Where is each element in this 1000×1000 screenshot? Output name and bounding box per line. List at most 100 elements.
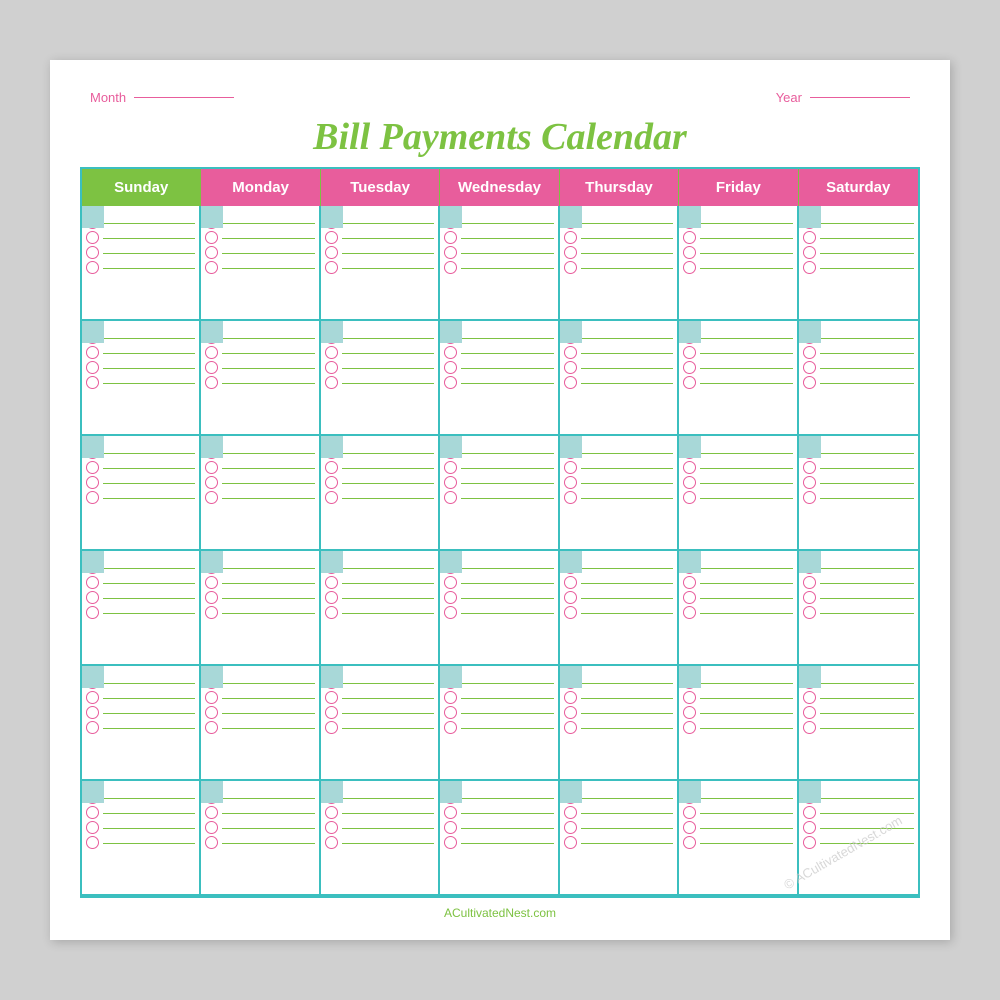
check-circle[interactable]: [86, 461, 99, 474]
check-circle[interactable]: [86, 706, 99, 719]
check-circle[interactable]: [86, 721, 99, 734]
check-circle[interactable]: [803, 361, 816, 374]
day-cell-week4-day2[interactable]: [201, 551, 320, 666]
day-cell-week3-day7[interactable]: [799, 436, 918, 551]
check-circle[interactable]: [325, 591, 338, 604]
check-circle[interactable]: [564, 591, 577, 604]
check-circle[interactable]: [683, 361, 696, 374]
check-circle[interactable]: [683, 691, 696, 704]
check-circle[interactable]: [564, 806, 577, 819]
day-cell-week3-day6[interactable]: [679, 436, 798, 551]
check-circle[interactable]: [205, 706, 218, 719]
day-cell-week4-day5[interactable]: [560, 551, 679, 666]
check-circle[interactable]: [683, 491, 696, 504]
check-circle[interactable]: [205, 246, 218, 259]
day-cell-week1-day1[interactable]: [82, 206, 201, 321]
day-cell-week6-day6[interactable]: [679, 781, 798, 896]
day-cell-week1-day5[interactable]: [560, 206, 679, 321]
check-circle[interactable]: [205, 261, 218, 274]
check-circle[interactable]: [803, 836, 816, 849]
check-circle[interactable]: [564, 836, 577, 849]
check-circle[interactable]: [683, 821, 696, 834]
check-circle[interactable]: [205, 606, 218, 619]
check-circle[interactable]: [803, 231, 816, 244]
check-circle[interactable]: [683, 246, 696, 259]
day-cell-week3-day2[interactable]: [201, 436, 320, 551]
check-circle[interactable]: [86, 576, 99, 589]
check-circle[interactable]: [683, 461, 696, 474]
day-cell-week6-day4[interactable]: [440, 781, 559, 896]
check-circle[interactable]: [325, 246, 338, 259]
check-circle[interactable]: [325, 461, 338, 474]
check-circle[interactable]: [444, 246, 457, 259]
day-cell-week2-day6[interactable]: [679, 321, 798, 436]
check-circle[interactable]: [803, 606, 816, 619]
check-circle[interactable]: [683, 231, 696, 244]
check-circle[interactable]: [325, 376, 338, 389]
day-cell-week3-day3[interactable]: [321, 436, 440, 551]
check-circle[interactable]: [803, 461, 816, 474]
check-circle[interactable]: [86, 361, 99, 374]
day-cell-week5-day3[interactable]: [321, 666, 440, 781]
check-circle[interactable]: [325, 361, 338, 374]
check-circle[interactable]: [683, 261, 696, 274]
check-circle[interactable]: [86, 806, 99, 819]
day-cell-week2-day5[interactable]: [560, 321, 679, 436]
check-circle[interactable]: [803, 261, 816, 274]
day-cell-week5-day7[interactable]: [799, 666, 918, 781]
check-circle[interactable]: [444, 461, 457, 474]
check-circle[interactable]: [444, 606, 457, 619]
check-circle[interactable]: [86, 231, 99, 244]
check-circle[interactable]: [803, 806, 816, 819]
check-circle[interactable]: [325, 261, 338, 274]
check-circle[interactable]: [86, 376, 99, 389]
day-cell-week5-day2[interactable]: [201, 666, 320, 781]
check-circle[interactable]: [325, 806, 338, 819]
check-circle[interactable]: [444, 821, 457, 834]
check-circle[interactable]: [205, 691, 218, 704]
check-circle[interactable]: [683, 376, 696, 389]
day-cell-week6-day1[interactable]: [82, 781, 201, 896]
check-circle[interactable]: [683, 721, 696, 734]
check-circle[interactable]: [683, 346, 696, 359]
check-circle[interactable]: [803, 246, 816, 259]
check-circle[interactable]: [683, 706, 696, 719]
check-circle[interactable]: [325, 231, 338, 244]
check-circle[interactable]: [325, 706, 338, 719]
check-circle[interactable]: [803, 721, 816, 734]
check-circle[interactable]: [683, 476, 696, 489]
day-cell-week5-day6[interactable]: [679, 666, 798, 781]
day-cell-week6-day3[interactable]: [321, 781, 440, 896]
day-cell-week4-day3[interactable]: [321, 551, 440, 666]
check-circle[interactable]: [444, 806, 457, 819]
day-cell-week5-day4[interactable]: [440, 666, 559, 781]
day-cell-week2-day1[interactable]: [82, 321, 201, 436]
check-circle[interactable]: [444, 591, 457, 604]
check-circle[interactable]: [803, 346, 816, 359]
check-circle[interactable]: [564, 821, 577, 834]
day-cell-week1-day2[interactable]: [201, 206, 320, 321]
day-cell-week1-day4[interactable]: [440, 206, 559, 321]
check-circle[interactable]: [564, 246, 577, 259]
check-circle[interactable]: [86, 246, 99, 259]
check-circle[interactable]: [205, 346, 218, 359]
day-cell-week2-day4[interactable]: [440, 321, 559, 436]
day-cell-week1-day6[interactable]: [679, 206, 798, 321]
check-circle[interactable]: [444, 261, 457, 274]
day-cell-week3-day5[interactable]: [560, 436, 679, 551]
check-circle[interactable]: [683, 576, 696, 589]
check-circle[interactable]: [564, 691, 577, 704]
day-cell-week1-day7[interactable]: [799, 206, 918, 321]
check-circle[interactable]: [803, 376, 816, 389]
check-circle[interactable]: [444, 691, 457, 704]
check-circle[interactable]: [444, 346, 457, 359]
check-circle[interactable]: [803, 691, 816, 704]
check-circle[interactable]: [205, 836, 218, 849]
check-circle[interactable]: [564, 261, 577, 274]
check-circle[interactable]: [444, 491, 457, 504]
check-circle[interactable]: [205, 376, 218, 389]
check-circle[interactable]: [205, 461, 218, 474]
check-circle[interactable]: [564, 376, 577, 389]
check-circle[interactable]: [803, 706, 816, 719]
check-circle[interactable]: [325, 691, 338, 704]
